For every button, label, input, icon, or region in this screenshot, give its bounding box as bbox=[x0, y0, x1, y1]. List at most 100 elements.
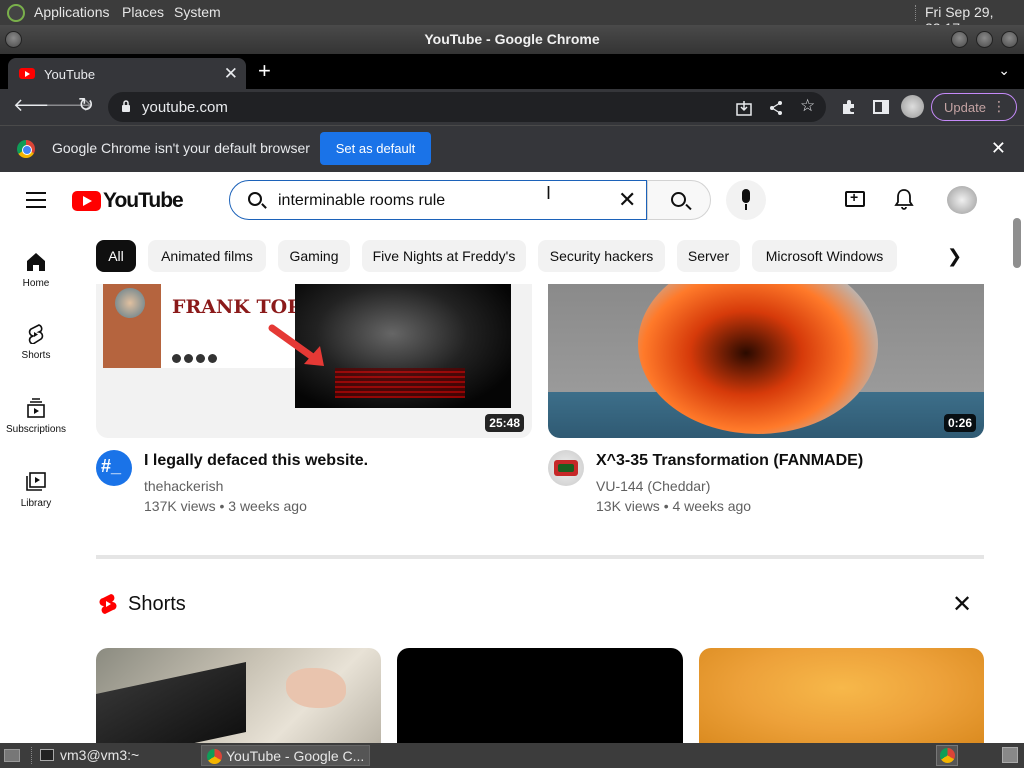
nav-shorts-label: Shorts bbox=[21, 350, 51, 361]
channel-avatar[interactable]: #_ bbox=[96, 450, 132, 486]
trash-icon[interactable] bbox=[1002, 747, 1018, 763]
chip-microsoft-windows[interactable]: Microsoft Windows bbox=[752, 240, 897, 272]
install-app-icon[interactable] bbox=[736, 100, 752, 116]
create-video-icon[interactable] bbox=[845, 189, 865, 207]
update-label: Update bbox=[944, 100, 986, 115]
mic-icon bbox=[742, 189, 750, 203]
nav-shorts[interactable]: Shorts bbox=[0, 324, 72, 361]
youtube-page: YouTube interminable rooms rule I ✕ Home bbox=[0, 172, 1024, 743]
terminal-icon bbox=[40, 749, 54, 761]
taskbar-chrome-label: YouTube - Google C... bbox=[226, 748, 365, 764]
library-icon bbox=[26, 472, 46, 491]
shorts-logo-icon bbox=[99, 594, 117, 614]
bottom-panel: vm3@vm3:~ YouTube - Google C... bbox=[0, 743, 1024, 768]
show-desktop-icon[interactable] bbox=[4, 749, 20, 762]
menu-system[interactable]: System bbox=[174, 4, 221, 20]
profile-avatar[interactable] bbox=[901, 95, 924, 118]
infobar-message: Google Chrome isn't your default browser bbox=[52, 140, 310, 156]
red-arrow-icon bbox=[268, 324, 324, 366]
chip-gaming[interactable]: Gaming bbox=[278, 240, 350, 272]
search-input[interactable]: interminable rooms rule I ✕ bbox=[229, 180, 647, 220]
nav-library[interactable]: Library bbox=[0, 472, 72, 509]
video-meta: 137K views • 3 weeks ago bbox=[144, 498, 307, 514]
video-duration: 25:48 bbox=[485, 414, 524, 432]
scrollbar-thumb[interactable] bbox=[1013, 218, 1021, 268]
short-thumbnail[interactable] bbox=[397, 648, 683, 743]
window-menu-button[interactable] bbox=[5, 31, 22, 48]
search-button-icon bbox=[671, 192, 686, 207]
voice-search-button[interactable] bbox=[726, 180, 766, 220]
subscriptions-icon bbox=[27, 398, 45, 418]
extensions-puzzle-icon[interactable] bbox=[841, 99, 857, 115]
chip-all[interactable]: All bbox=[96, 240, 136, 272]
video-title[interactable]: I legally defaced this website. bbox=[144, 452, 368, 470]
new-tab-button[interactable]: + bbox=[258, 58, 271, 84]
nav-home-label: Home bbox=[22, 278, 50, 289]
panel-separator bbox=[915, 5, 917, 21]
youtube-wordmark: YouTube bbox=[103, 189, 184, 212]
nav-home[interactable]: Home bbox=[0, 252, 72, 289]
clear-search-icon[interactable]: ✕ bbox=[618, 187, 636, 213]
shorts-heading: Shorts bbox=[128, 593, 186, 615]
tab-title: YouTube bbox=[44, 67, 96, 82]
maximize-button[interactable] bbox=[976, 31, 993, 48]
video-title[interactable]: X^3-35 Transformation (FANMADE) bbox=[596, 452, 863, 470]
chips-next-chevron-icon[interactable]: ❯ bbox=[947, 246, 962, 267]
reload-icon[interactable]: ↻ bbox=[78, 94, 94, 117]
share-icon[interactable] bbox=[768, 100, 784, 116]
video-thumbnail[interactable]: 0:26 bbox=[548, 284, 984, 438]
panel-separator bbox=[31, 747, 33, 764]
top-panel: Applications Places System Fri Sep 29, 2… bbox=[0, 0, 1024, 36]
channel-avatar[interactable] bbox=[548, 450, 584, 486]
taskbar-chrome[interactable]: YouTube - Google C... bbox=[201, 745, 370, 766]
channel-name[interactable]: thehackerish bbox=[144, 478, 223, 494]
taskbar-terminal-label: vm3@vm3:~ bbox=[60, 747, 140, 763]
chip-security-hackers[interactable]: Security hackers bbox=[538, 240, 665, 272]
window-titlebar[interactable]: YouTube - Google Chrome bbox=[0, 25, 1024, 54]
search-query[interactable]: interminable rooms rule bbox=[278, 192, 445, 210]
tab-strip: YouTube ✕ + ⌄ bbox=[0, 54, 1024, 89]
distro-logo-icon[interactable] bbox=[7, 4, 25, 22]
minimize-button[interactable] bbox=[951, 31, 968, 48]
notifications-bell-icon[interactable] bbox=[894, 188, 914, 210]
update-button[interactable]: Update ⋮ bbox=[931, 93, 1017, 121]
bookmark-star-icon[interactable]: ☆ bbox=[800, 96, 815, 116]
filter-chips: All Animated films Gaming Five Nights at… bbox=[96, 240, 976, 272]
set-default-button[interactable]: Set as default bbox=[320, 132, 431, 165]
menu-applications[interactable]: Applications bbox=[34, 4, 110, 20]
short-thumbnail[interactable] bbox=[96, 648, 381, 743]
chip-server[interactable]: Server bbox=[677, 240, 740, 272]
chrome-taskbar-icon bbox=[207, 749, 222, 764]
chrome-logo-icon bbox=[17, 140, 35, 158]
tab-close-icon[interactable]: ✕ bbox=[224, 64, 238, 84]
tray-chrome-icon[interactable] bbox=[936, 745, 958, 766]
url-text[interactable]: youtube.com bbox=[142, 99, 228, 116]
page-scrollbar[interactable] bbox=[1010, 172, 1024, 743]
shorts-dismiss-icon[interactable]: ✕ bbox=[952, 590, 972, 619]
tab-youtube[interactable]: YouTube ✕ bbox=[8, 58, 246, 89]
video-thumbnail[interactable]: FRANK TOP 25:48 bbox=[96, 284, 532, 438]
thumbnail-sidebar bbox=[103, 284, 161, 368]
chip-animated-films[interactable]: Animated films bbox=[148, 240, 266, 272]
hamburger-menu-icon[interactable] bbox=[26, 192, 46, 208]
chip-fnaf[interactable]: Five Nights at Freddy's bbox=[362, 240, 526, 272]
channel-name[interactable]: VU-144 (Cheddar) bbox=[596, 478, 710, 494]
address-bar[interactable]: youtube.com ☆ bbox=[108, 92, 826, 122]
menu-places[interactable]: Places bbox=[122, 4, 164, 20]
youtube-play-icon bbox=[72, 191, 101, 211]
default-browser-infobar: Google Chrome isn't your default browser… bbox=[0, 125, 1024, 172]
lock-icon[interactable] bbox=[121, 100, 131, 112]
short-thumbnail[interactable] bbox=[699, 648, 984, 743]
taskbar-terminal[interactable]: vm3@vm3:~ bbox=[36, 745, 198, 766]
infobar-close-icon[interactable]: ✕ bbox=[991, 138, 1006, 159]
home-icon bbox=[27, 253, 45, 271]
account-avatar[interactable] bbox=[947, 186, 977, 214]
side-panel-icon[interactable] bbox=[873, 99, 889, 115]
nav-subscriptions-label: Subscriptions bbox=[5, 424, 67, 435]
tab-search-chevron-icon[interactable]: ⌄ bbox=[998, 62, 1010, 79]
close-window-button[interactable] bbox=[1001, 31, 1018, 48]
search-button[interactable] bbox=[647, 180, 711, 220]
video-duration: 0:26 bbox=[943, 414, 976, 432]
nav-subscriptions[interactable]: Subscriptions bbox=[0, 398, 72, 435]
section-divider bbox=[96, 555, 984, 559]
